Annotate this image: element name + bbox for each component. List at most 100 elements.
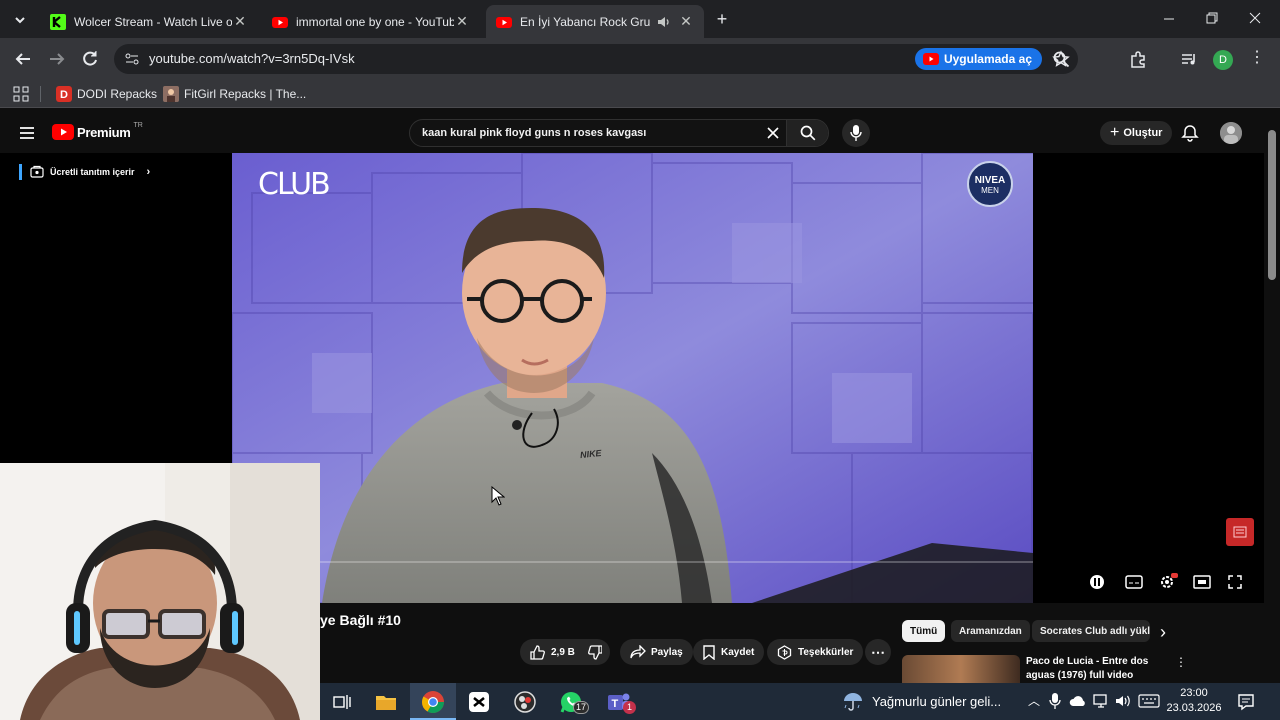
save-label: Kaydet — [721, 646, 755, 658]
reload-icon[interactable] — [79, 48, 101, 70]
recommended-thumbnail[interactable] — [902, 655, 1020, 683]
clear-search-icon[interactable] — [766, 126, 780, 140]
weather-widget[interactable]: Yağmurlu günler geli... — [842, 691, 1001, 711]
obs-recorder-icon[interactable] — [511, 688, 539, 716]
network-icon[interactable] — [1092, 693, 1110, 709]
microphone-tray-icon[interactable] — [1049, 693, 1061, 709]
youtube-logo-icon — [922, 53, 939, 65]
speaker-playing-icon[interactable] — [656, 14, 672, 30]
region-code: TR — [133, 121, 143, 129]
chevron-down-icon — [15, 17, 25, 24]
clock-time: 23:00 — [1180, 687, 1208, 699]
chrome-taskbar-button[interactable] — [410, 683, 456, 720]
thanks-button[interactable]: Teşekkürler — [767, 639, 864, 665]
paid-promotion-notice[interactable]: Ücretli tanıtım içerir › — [19, 164, 150, 180]
notifications-bell-icon[interactable] — [1181, 124, 1199, 142]
account-avatar[interactable] — [1220, 122, 1242, 144]
show-hidden-icons-chevron-icon[interactable]: ︿ — [1028, 692, 1040, 709]
video-player[interactable]: CLUB NIVEA MEN NIKE — [232, 153, 1033, 603]
thumbs-up-icon — [530, 644, 545, 660]
search-button[interactable] — [786, 120, 828, 146]
create-button[interactable]: + Oluştur — [1100, 121, 1173, 145]
youtube-favicon-icon — [272, 16, 288, 28]
new-tab-icon[interactable]: + — [712, 9, 732, 29]
clock-date: 23.03.2026 — [1166, 702, 1222, 714]
chip-socrates-club[interactable]: Socrates Club adlı yükle — [1032, 620, 1150, 642]
capcut-icon[interactable] — [465, 688, 493, 716]
open-in-app-button[interactable]: Uygulamada aç — [914, 48, 1042, 70]
site-settings-icon[interactable] — [124, 51, 140, 67]
ad-indicator-badge[interactable] — [1226, 518, 1254, 546]
bookmark-fitgirl-repacks[interactable]: FitGirl Repacks | The... — [163, 86, 306, 102]
media-controls-icon[interactable] — [1180, 50, 1198, 68]
close-window-icon[interactable] — [1246, 8, 1264, 28]
page-scrollbar[interactable] — [1264, 113, 1280, 683]
youtube-premium-logo[interactable]: Premium TR — [52, 121, 143, 140]
plus-icon: + — [1110, 124, 1120, 141]
task-view-icon[interactable] — [328, 688, 356, 716]
whatsapp-taskbar-button[interactable]: 17 — [555, 683, 595, 720]
teams-badge: 1 — [623, 701, 636, 714]
tab-wolcer-stream[interactable]: Wolcer Stream - Watch Live on ✕ — [40, 5, 258, 38]
more-actions-button[interactable]: ⋯ — [865, 639, 891, 665]
chip-all[interactable]: Tümü — [902, 620, 946, 642]
teams-taskbar-button[interactable]: T 1 — [603, 683, 643, 720]
divider — [40, 86, 41, 102]
browser-toolbar: youtube.com/watch?v=3rn5Dq-IVsk Uygulama… — [0, 38, 1280, 80]
video-title: ye Bağlı #10 — [320, 612, 401, 628]
fullscreen-icon[interactable] — [1227, 575, 1243, 589]
dislike-button[interactable] — [580, 639, 610, 665]
avatar-image-icon — [1220, 122, 1242, 144]
share-button[interactable]: Paylaş — [620, 639, 693, 665]
subtitles-icon[interactable] — [1125, 575, 1143, 589]
file-explorer-icon[interactable] — [372, 688, 400, 716]
bookmark-dodi-repacks[interactable]: D DODI Repacks — [56, 86, 157, 102]
search-input[interactable]: kaan kural pink floyd guns n roses kavga… — [409, 119, 829, 147]
close-tab-icon[interactable]: ✕ — [232, 13, 248, 30]
chip-from-search[interactable]: Aramanızdan — [951, 620, 1030, 642]
clock[interactable]: 23:00 23.03.2026 — [1165, 686, 1223, 716]
open-in-app-label: Uygulamada aç — [943, 52, 1032, 66]
recommended-menu-icon[interactable]: ⋮ — [1175, 655, 1187, 669]
onedrive-cloud-icon[interactable] — [1069, 693, 1087, 709]
scrollbar-thumb[interactable] — [1268, 130, 1276, 280]
profile-avatar[interactable]: D — [1213, 50, 1233, 70]
super-thanks-icon — [777, 644, 792, 660]
chrome-menu-icon[interactable]: ⋮ — [1249, 48, 1265, 70]
tab-immortal-one-by-one[interactable]: immortal one by one - YouTube ✕ — [262, 5, 480, 38]
back-icon[interactable] — [12, 48, 34, 70]
hamburger-menu-icon[interactable] — [18, 124, 36, 142]
autoplay-toggle[interactable] — [1090, 575, 1104, 589]
voice-search-button[interactable] — [842, 119, 870, 147]
minimize-window-icon[interactable] — [1160, 8, 1178, 28]
chips-next-chevron-icon[interactable]: › — [1160, 622, 1166, 643]
tab-title: Wolcer Stream - Watch Live on — [74, 14, 232, 29]
address-bar[interactable]: youtube.com/watch?v=3rn5Dq-IVsk Uygulama… — [114, 44, 1078, 74]
tab-active-rock-groups[interactable]: En İyi Yabancı Rock Grupları ✕ — [486, 5, 704, 38]
chevron-right-icon: › — [146, 166, 151, 178]
sponsor-top-text: NIVEA — [974, 175, 1006, 186]
restore-window-icon[interactable] — [1203, 8, 1221, 28]
bookmark-label: DODI Repacks — [77, 87, 158, 101]
left-black-area — [0, 153, 232, 463]
close-tab-icon[interactable]: ✕ — [678, 13, 694, 30]
more-horizontal-icon: ⋯ — [871, 643, 885, 660]
ad-icon — [1233, 526, 1247, 538]
zoom-search-icon[interactable] — [1052, 50, 1070, 68]
apps-grid-icon[interactable] — [13, 86, 29, 102]
kick-favicon-icon — [50, 13, 66, 30]
close-tab-icon[interactable]: ✕ — [454, 13, 470, 30]
notification-center-icon[interactable] — [1237, 693, 1255, 711]
extensions-puzzle-icon[interactable] — [1129, 50, 1147, 68]
tab-search-button[interactable] — [8, 8, 32, 32]
paid-promotion-icon — [30, 165, 44, 178]
bookmark-save-icon — [703, 644, 715, 660]
recommended-title[interactable]: Paco de Lucia - Entre dos aguas (1976) f… — [1026, 655, 1176, 683]
save-button[interactable]: Kaydet — [693, 639, 765, 665]
fitgirl-favicon-icon — [163, 86, 179, 102]
sponsor-bottom-text: MEN — [981, 186, 999, 195]
keyboard-language-icon[interactable] — [1138, 694, 1160, 708]
theater-mode-icon[interactable] — [1193, 575, 1211, 589]
forward-icon[interactable] — [46, 48, 68, 70]
volume-icon[interactable] — [1115, 693, 1133, 709]
